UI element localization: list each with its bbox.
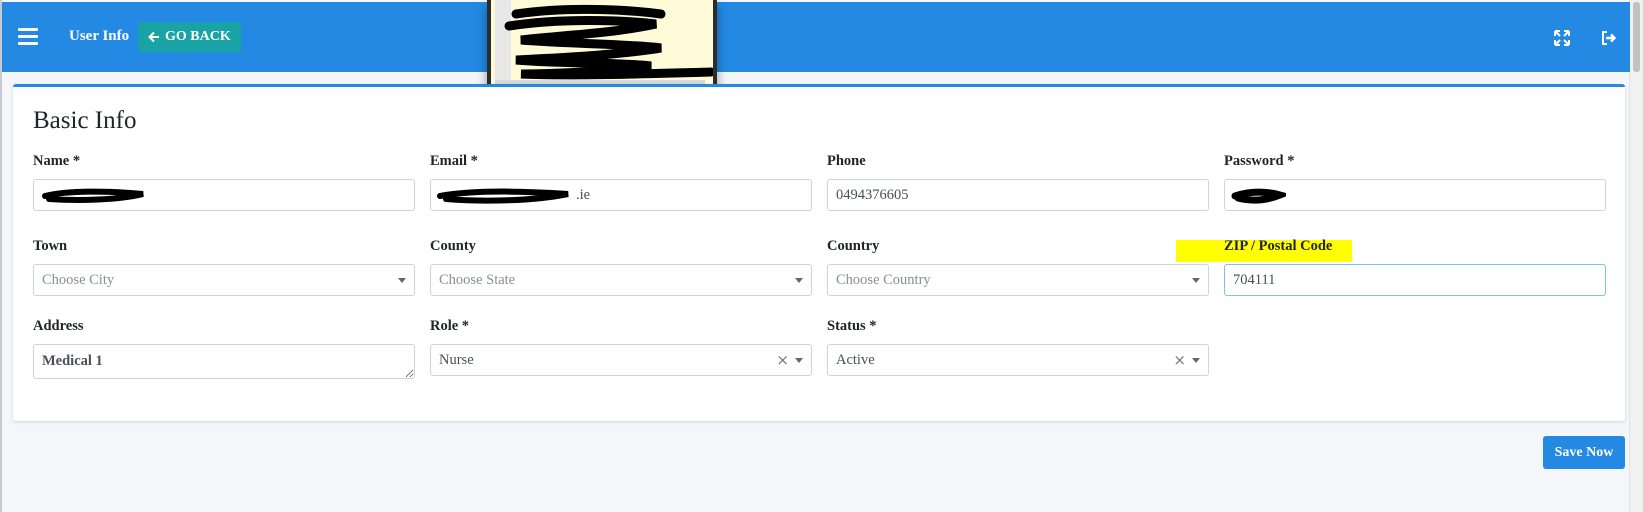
go-back-button[interactable]: GO BACK [138,22,241,52]
email-redaction [437,188,569,204]
county-field-group: County Choose State [430,238,812,296]
address-textarea[interactable]: Medical 1 [33,344,415,379]
section-title: Basic Info [33,107,137,134]
county-placeholder: Choose State [439,271,516,288]
chevron-down-icon [795,278,803,283]
redacted-overlay-image [487,0,717,92]
save-now-button[interactable]: Save Now [1543,436,1625,469]
country-select[interactable]: Choose Country [827,264,1209,296]
role-label: Role * [430,318,470,334]
name-redaction [42,188,144,203]
address-field-group: Address Medical 1 [33,318,415,384]
county-select[interactable]: Choose State [430,264,812,296]
chevron-down-icon [1192,278,1200,283]
address-label: Address [33,318,84,334]
zip-field-group: ZIP / Postal Code [1224,238,1606,296]
town-label: Town [33,238,68,254]
status-value: Active [836,351,875,368]
town-placeholder: Choose City [42,271,115,288]
country-label: Country [827,238,880,254]
email-value-suffix: .ie [576,186,591,203]
hamburger-icon[interactable] [18,28,38,46]
zip-input[interactable] [1224,264,1606,296]
top-navbar: User Info GO BACK [2,2,1630,72]
status-select[interactable]: Active × [827,344,1209,376]
basic-info-card: Basic Info Name * Email * .ie Phone Pass… [13,84,1625,421]
zip-label: ZIP / Postal Code [1224,238,1333,254]
go-back-label: GO BACK [165,29,231,44]
scrollbar-thumb[interactable] [1633,2,1640,72]
status-label: Status * [827,318,877,334]
county-label: County [430,238,476,254]
redaction-scribble [491,0,713,88]
name-label: Name * [33,153,81,169]
chevron-down-icon [1192,358,1200,363]
password-label: Password * [1224,153,1295,169]
phone-input[interactable] [827,179,1209,211]
role-field-group: Role * Nurse × [430,318,812,376]
clear-icon[interactable]: × [776,351,789,369]
password-redaction [1231,188,1286,204]
window-edge [0,0,2,512]
status-field-group: Status * Active × [827,318,1209,376]
country-field-group: Country Choose Country [827,238,1209,296]
chevron-down-icon [795,358,803,363]
town-field-group: Town Choose City [33,238,415,296]
expand-icon[interactable] [1554,30,1570,46]
chevron-down-icon [398,278,406,283]
page-scrollbar[interactable] [1629,0,1643,512]
arrow-left-icon [148,31,159,43]
email-label: Email * [430,153,478,169]
town-select[interactable]: Choose City [33,264,415,296]
phone-field-group: Phone [827,153,1209,211]
role-select[interactable]: Nurse × [430,344,812,376]
country-placeholder: Choose Country [836,271,931,288]
role-value: Nurse [439,351,474,368]
phone-label: Phone [827,153,866,169]
logout-icon[interactable] [1600,30,1618,46]
clear-icon[interactable]: × [1173,351,1186,369]
page-title: User Info [69,28,130,44]
